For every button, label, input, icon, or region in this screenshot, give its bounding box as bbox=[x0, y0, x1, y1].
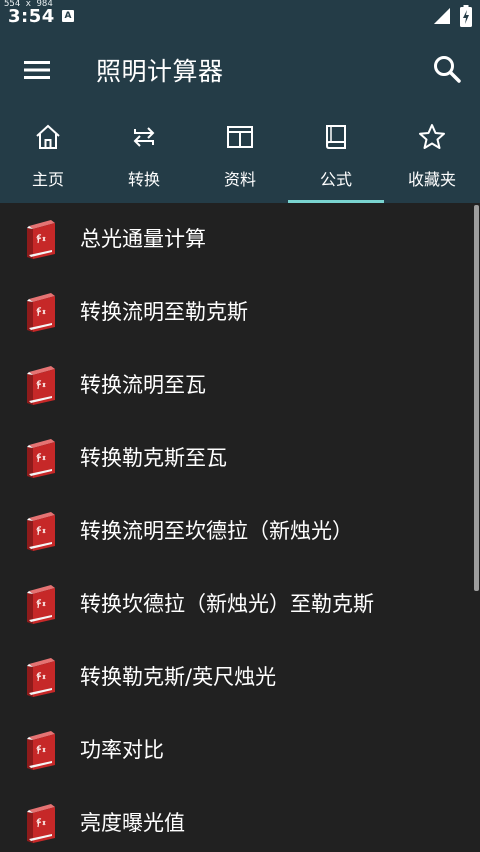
formula-book-icon bbox=[26, 584, 56, 624]
list-item[interactable]: 功率对比 bbox=[0, 714, 474, 787]
formula-book-icon bbox=[26, 292, 56, 332]
signal-icon bbox=[434, 8, 450, 24]
list-item-label: 转换流明至勒克斯 bbox=[80, 300, 248, 324]
formula-book-icon bbox=[26, 511, 56, 551]
list-item-label: 转换流明至瓦 bbox=[80, 373, 206, 397]
list-item[interactable]: 转换流明至勒克斯 bbox=[0, 276, 474, 349]
tab-label: 公式 bbox=[319, 170, 352, 189]
list-item-label: 总光通量计算 bbox=[80, 227, 206, 251]
list-item-label: 转换流明至坎德拉（新烛光） bbox=[80, 519, 353, 543]
panel-icon bbox=[227, 126, 253, 148]
list-item-label: 亮度曝光值 bbox=[80, 811, 185, 835]
list-item[interactable]: 亮度曝光值 bbox=[0, 787, 474, 852]
tab-convert[interactable]: 转换 bbox=[96, 106, 192, 203]
list-item[interactable]: 转换勒克斯/英尺烛光 bbox=[0, 641, 474, 714]
search-icon[interactable] bbox=[432, 54, 462, 84]
battery-charging-icon bbox=[460, 5, 472, 27]
app-bar: 照明计算器 bbox=[0, 34, 480, 106]
list-item-label: 转换勒克斯/英尺烛光 bbox=[80, 665, 277, 689]
formula-book-icon bbox=[26, 219, 56, 259]
tab-label: 转换 bbox=[127, 170, 160, 189]
list-item-label: 功率对比 bbox=[80, 738, 164, 762]
scrollbar[interactable] bbox=[474, 205, 479, 591]
list-item[interactable]: 转换坎德拉（新烛光）至勒克斯 bbox=[0, 568, 474, 641]
list-item-label: 转换勒克斯至瓦 bbox=[80, 446, 227, 470]
home-icon bbox=[36, 124, 60, 149]
notification-badge: A bbox=[62, 10, 74, 22]
formula-book-icon bbox=[26, 438, 56, 478]
tab-data[interactable]: 资料 bbox=[192, 106, 288, 203]
status-time: 3:54 bbox=[8, 6, 55, 27]
star-icon bbox=[419, 124, 445, 149]
formula-book-icon bbox=[26, 730, 56, 770]
menu-icon[interactable] bbox=[22, 56, 52, 84]
list-item[interactable]: 转换流明至瓦 bbox=[0, 349, 474, 422]
list-item-label: 转换坎德拉（新烛光）至勒克斯 bbox=[80, 592, 374, 616]
tab-favorites[interactable]: 收藏夹 bbox=[384, 106, 480, 203]
tab-label: 收藏夹 bbox=[407, 170, 456, 189]
status-bar: 554 x 984 3:54 A bbox=[0, 0, 480, 34]
tab-label: 主页 bbox=[31, 170, 64, 189]
tab-label: 资料 bbox=[223, 170, 256, 189]
tab-home[interactable]: 主页 bbox=[0, 106, 96, 203]
formula-book-icon bbox=[26, 657, 56, 697]
list-item[interactable]: 总光通量计算 bbox=[0, 203, 474, 276]
swap-icon bbox=[133, 127, 155, 147]
formula-book-icon bbox=[26, 365, 56, 405]
tab-bar: 主页 转换 资料 公式 收藏夹 bbox=[0, 106, 480, 203]
list-item[interactable]: 转换勒克斯至瓦 bbox=[0, 422, 474, 495]
app-title: 照明计算器 bbox=[96, 57, 224, 86]
tab-formula[interactable]: 公式 bbox=[288, 106, 384, 203]
list-item[interactable]: 转换流明至坎德拉（新烛光） bbox=[0, 495, 474, 568]
book-icon bbox=[326, 125, 346, 149]
formula-list: 总光通量计算 转换流明至勒克斯 转换流明至瓦 转换勒克斯至瓦 转换流明至坎德拉（… bbox=[0, 203, 480, 852]
formula-book-icon bbox=[26, 803, 56, 843]
